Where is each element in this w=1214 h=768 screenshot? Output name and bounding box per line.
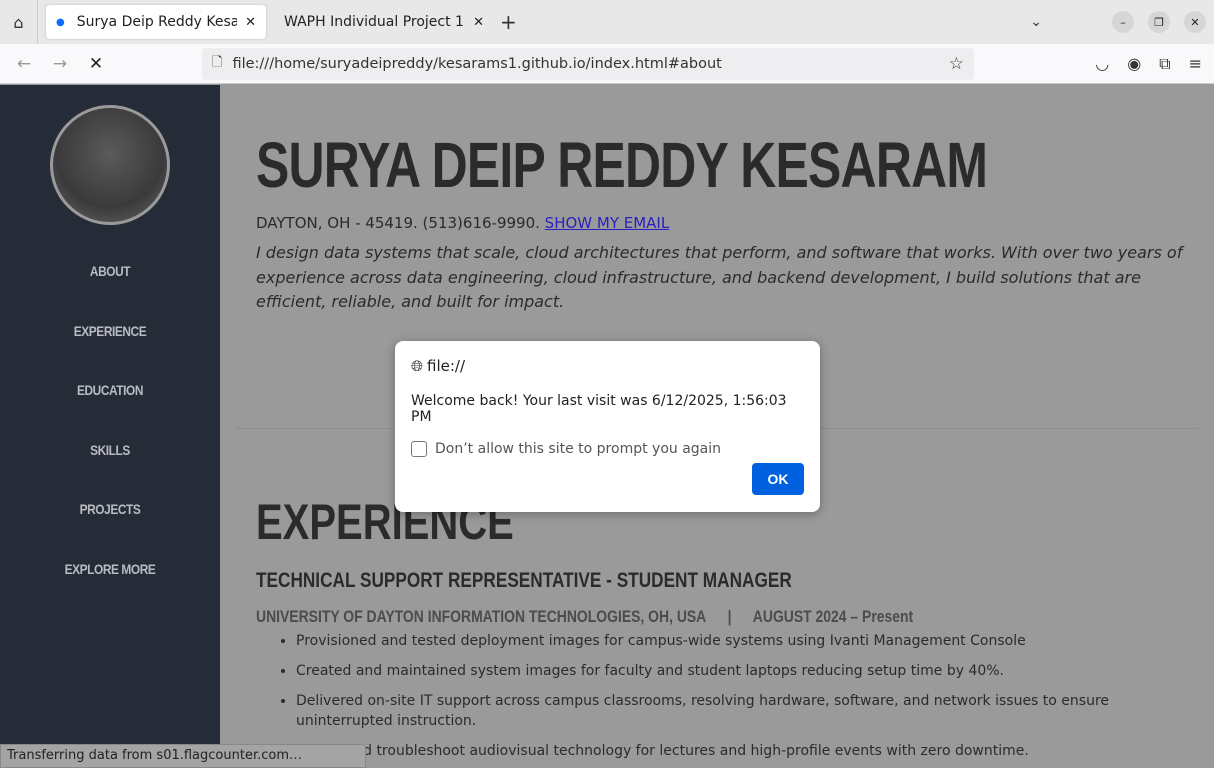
page-icon: 🗋 <box>212 55 223 70</box>
minimize-button[interactable]: – <box>1112 11 1134 33</box>
job-bullets: Provisioned and tested deployment images… <box>296 631 1176 761</box>
sidebar: ABOUT EXPERIENCE EDUCATION SKILLS PROJEC… <box>0 85 220 768</box>
globe-icon: 🌐︎ <box>411 357 424 375</box>
org-name: UNIVERSITY OF DAYTON INFORMATION TECHNOL… <box>256 606 707 626</box>
job-title: TECHNICAL SUPPORT REPRESENTATIVE - STUDE… <box>256 568 792 592</box>
forward-button[interactable]: → <box>42 54 78 74</box>
close-tab-icon[interactable]: ✕ <box>473 15 484 30</box>
bio: I design data systems that scale, cloud … <box>256 243 1183 311</box>
menu-icon[interactable]: ≡ <box>1189 54 1202 74</box>
stop-button[interactable]: ✕ <box>78 54 114 74</box>
nav-skills[interactable]: SKILLS <box>17 442 204 502</box>
list-item: Created and maintained system images for… <box>296 661 1176 681</box>
account-icon[interactable]: ◉ <box>1127 54 1141 74</box>
name-heading: SURYA DEIP REDDY KESARAM <box>256 129 988 201</box>
contact-text: DAYTON, OH - 45419. (513)616-9990. <box>256 214 540 232</box>
nav-education[interactable]: EDUCATION <box>17 382 204 442</box>
tab-active[interactable]: ● Surya Deip Reddy Kesaram ✕ <box>46 5 266 39</box>
list-item: Provisioned and tested deployment images… <box>296 631 1176 651</box>
checkbox-label[interactable]: Don’t allow this site to prompt you agai… <box>435 441 721 457</box>
contact-line: DAYTON, OH - 45419. (513)616-9990. SHOW … <box>256 214 1214 232</box>
close-tab-icon[interactable]: ✕ <box>245 15 256 30</box>
url-bar[interactable]: 🗋 file:///home/suryadeipreddy/kesarams1.g… <box>202 48 974 80</box>
show-email-link[interactable]: SHOW MY EMAIL <box>545 214 670 232</box>
ok-button[interactable]: OK <box>752 463 804 495</box>
tab-list-chevron-icon[interactable]: ⌄ <box>1030 14 1042 30</box>
nav-about[interactable]: ABOUT <box>17 263 204 323</box>
tab-inactive[interactable]: WAPH Individual Project 1 ✕ <box>274 5 494 39</box>
dialog-message: Welcome back! Your last visit was 6/12/2… <box>411 393 787 425</box>
restore-button[interactable]: ❐ <box>1148 11 1170 33</box>
new-tab-button[interactable]: + <box>500 10 517 34</box>
job-dates: AUGUST 2024 – Present <box>752 606 914 626</box>
nav-explore-more[interactable]: EXPLORE MORE <box>17 561 204 621</box>
back-button[interactable]: ← <box>6 54 42 74</box>
dialog-origin: file:// <box>427 357 466 375</box>
nav-experience[interactable]: EXPERIENCE <box>17 323 204 383</box>
separator: | <box>727 606 732 626</box>
loading-dot-icon: ● <box>56 16 65 28</box>
tab-title: WAPH Individual Project 1 <box>284 14 464 30</box>
job-org: UNIVERSITY OF DAYTON INFORMATION TECHNOL… <box>256 607 1042 627</box>
bookmark-star-icon[interactable]: ☆ <box>949 54 964 74</box>
dont-allow-checkbox[interactable] <box>411 441 427 457</box>
tab-title: Surya Deip Reddy Kesaram <box>76 14 238 30</box>
close-window-button[interactable]: ✕ <box>1184 11 1206 33</box>
pocket-icon[interactable]: ◡ <box>1095 54 1109 74</box>
nav-projects[interactable]: PROJECTS <box>17 501 204 561</box>
tab-bar: ⌂ ● Surya Deip Reddy Kesaram ✕ WAPH Indivi… <box>0 0 1214 44</box>
list-item: Delivered on-site IT support across camp… <box>296 691 1176 731</box>
status-bar: Transferring data from s01.flagcounter.c… <box>0 744 366 768</box>
url-text: file:///home/suryadeipreddy/kesarams1.gi… <box>232 56 722 72</box>
extensions-icon[interactable]: ⧉ <box>1159 54 1170 74</box>
list-item: Set up and troubleshoot audiovisual tech… <box>296 741 1176 761</box>
alert-dialog: 🌐︎ file:// Welcome back! Your last visit … <box>395 341 820 512</box>
profile-avatar <box>50 105 170 225</box>
tab-overview-icon[interactable]: ⌂ <box>0 0 38 44</box>
nav-bar: ← → ✕ 🗋 file:///home/suryadeipreddy/kesar… <box>0 44 1214 84</box>
